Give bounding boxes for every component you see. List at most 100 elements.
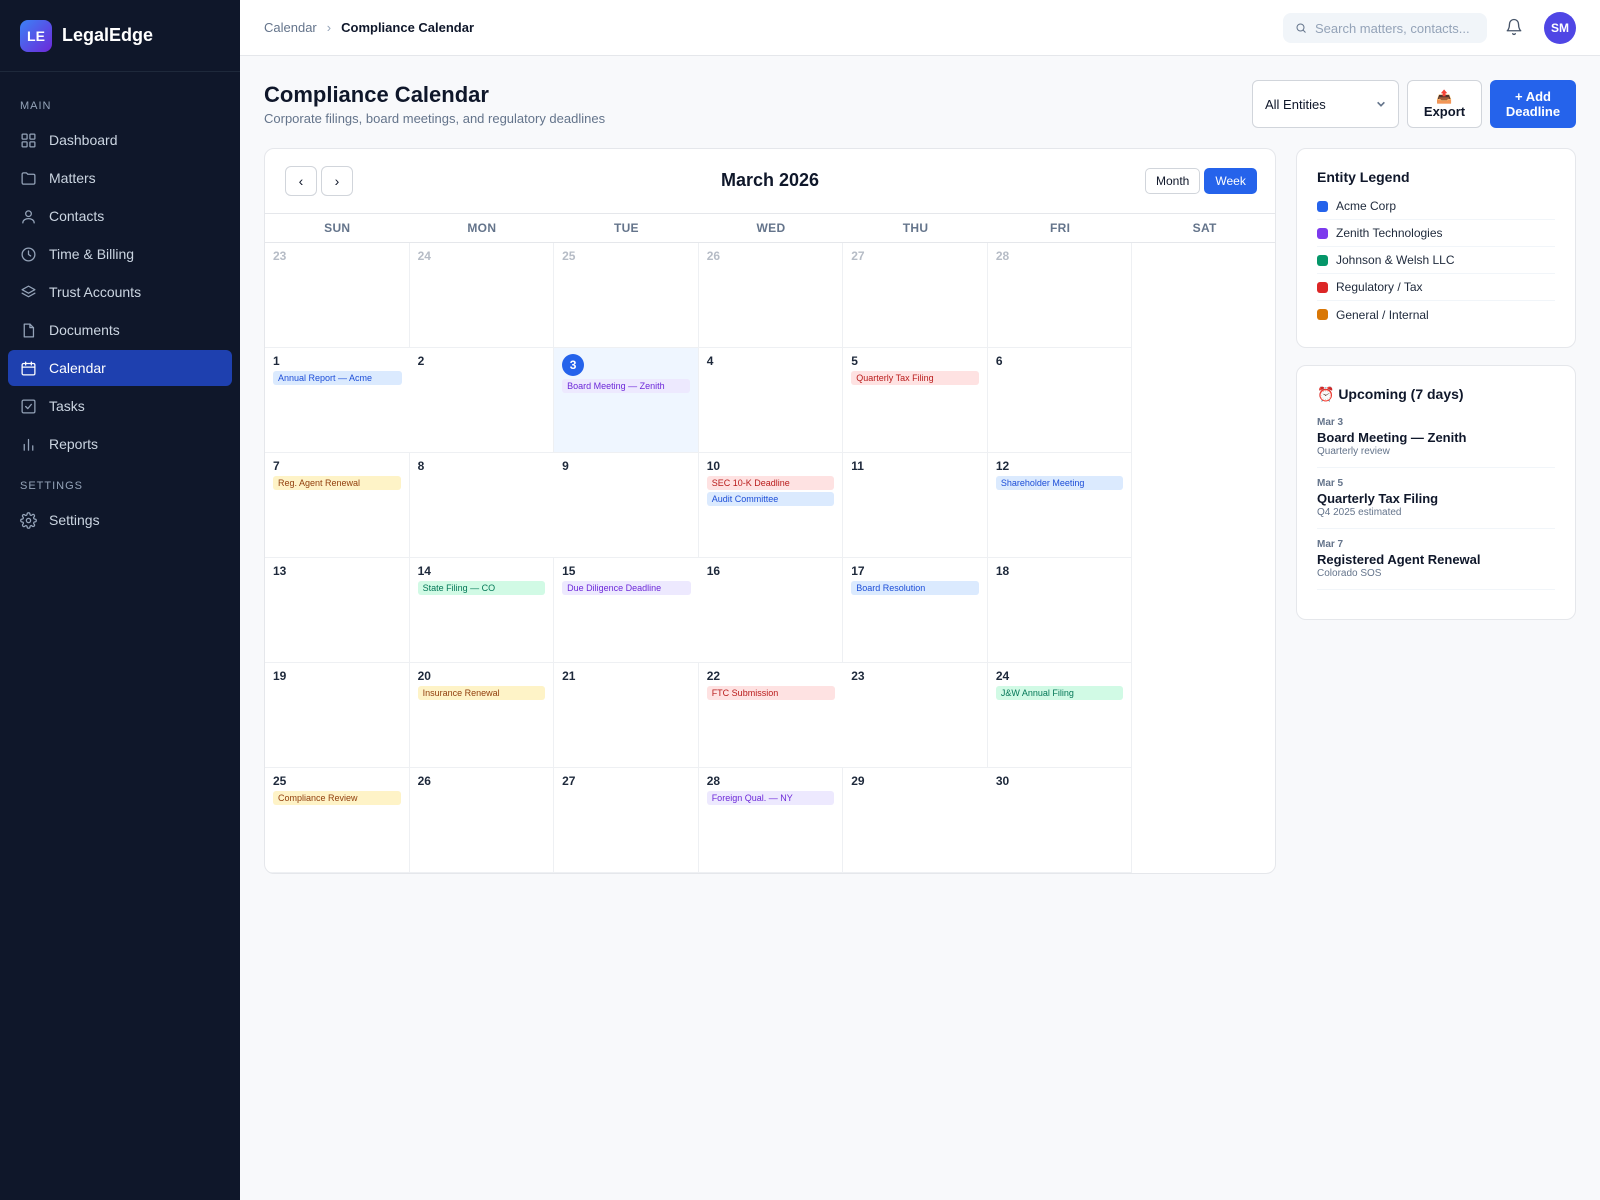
view-week-button[interactable]: Week xyxy=(1204,168,1257,194)
export-icon: 📤 xyxy=(1436,89,1453,104)
calendar-day[interactable]: 20 Insurance Renewal xyxy=(409,663,555,768)
calendar-day[interactable]: 10 SEC 10-K Deadline Audit Committee xyxy=(698,453,844,558)
calendar-day[interactable]: 15 Due Diligence Deadline xyxy=(554,558,699,663)
calendar-day[interactable]: 24 J&W Annual Filing xyxy=(987,663,1133,768)
legend-item-zenith-technologies: Zenith Technologies xyxy=(1317,220,1555,247)
entity-filter-select[interactable]: All Entities xyxy=(1252,80,1399,128)
calendar-day[interactable]: 8 xyxy=(409,453,555,558)
calendar-day[interactable]: 29 xyxy=(843,768,988,873)
calendar-day[interactable]: 30 xyxy=(987,768,1133,873)
calendar-day[interactable]: 28 xyxy=(987,243,1133,348)
sidebar-item-time-and-billing[interactable]: Time & Billing xyxy=(8,236,232,272)
sidebar-item-tasks[interactable]: Tasks xyxy=(8,388,232,424)
calendar-event[interactable]: Shareholder Meeting xyxy=(995,476,1124,490)
calendar-day[interactable]: 4 xyxy=(698,348,844,453)
weekday-fri: FRI xyxy=(1049,221,1071,235)
calendar-day[interactable]: 3 xyxy=(699,873,844,874)
calendar-day[interactable]: 11 xyxy=(843,453,988,558)
export-button[interactable]: 📤 Export xyxy=(1407,80,1482,128)
calendar-day[interactable]: 27 xyxy=(843,243,988,348)
calendar-day-today[interactable]: 3 Board Meeting — Zenith xyxy=(554,348,699,453)
day-number: 6 xyxy=(995,354,1003,368)
calendar-day[interactable]: 16 xyxy=(698,558,844,663)
calendar-day[interactable]: 28 Foreign Qual. — NY xyxy=(698,768,844,873)
calendar-day[interactable]: 25 xyxy=(554,243,699,348)
brand[interactable]: LE LegalEdge xyxy=(0,0,240,72)
app-name: LegalEdge xyxy=(62,25,154,45)
sidebar-item-documents[interactable]: Documents xyxy=(8,312,232,348)
calendar-day[interactable]: 9 xyxy=(554,453,699,558)
settings-nav: Settings xyxy=(0,502,240,538)
sidebar-item-label: Reports xyxy=(49,436,99,452)
sidebar-item-contacts[interactable]: Contacts xyxy=(8,198,232,234)
calendar-event[interactable]: Compliance Review xyxy=(273,791,401,805)
upcoming-item[interactable]: Mar 7 Registered Agent Renewal Colorado SO… xyxy=(1317,529,1555,590)
calendar-event[interactable]: Board Resolution xyxy=(851,581,979,595)
calendar-day[interactable]: 2 xyxy=(554,873,699,874)
calendar-event[interactable]: J&W Annual Filing xyxy=(995,686,1124,700)
day-number: 1 xyxy=(273,354,280,368)
calendar-day[interactable]: 7 Reg. Agent Renewal xyxy=(265,453,410,558)
calendar-day[interactable]: 4 xyxy=(843,873,988,874)
day-number: 22 xyxy=(706,669,721,683)
user-avatar[interactable]: SM xyxy=(1544,12,1576,44)
calendar-event[interactable]: Board Meeting — Zenith xyxy=(562,379,690,393)
sidebar-item-reports[interactable]: Reports xyxy=(8,426,232,462)
calendar-day[interactable]: 12 Shareholder Meeting xyxy=(987,453,1133,558)
calendar-day[interactable]: 5 Quarterly Tax Filing xyxy=(843,348,988,453)
calendar-day[interactable]: 26 xyxy=(698,243,844,348)
calendar-event[interactable]: Insurance Renewal xyxy=(417,686,546,700)
calendar-day[interactable]: 26 xyxy=(409,768,555,873)
calendar-day[interactable]: 13 xyxy=(265,558,410,663)
calendar-event[interactable]: Foreign Qual. — NY xyxy=(706,791,835,805)
calendar-day[interactable]: 23 xyxy=(843,663,988,768)
search-box[interactable] xyxy=(1283,13,1487,43)
sidebar-item-dashboard[interactable]: Dashboard xyxy=(8,122,232,158)
breadcrumb-separator: › xyxy=(326,20,332,35)
day-number: 7 xyxy=(273,459,280,473)
day-number: 9 xyxy=(562,459,569,473)
calendar-icon xyxy=(21,360,36,376)
sidebar-item-label: Matters xyxy=(49,170,96,186)
calendar-event[interactable]: State Filing — CO xyxy=(417,581,546,595)
calendar-day[interactable]: 2 xyxy=(409,348,555,453)
calendar-day[interactable]: 19 xyxy=(265,663,410,768)
calendar-day[interactable]: 23 xyxy=(265,243,410,348)
notifications-button[interactable] xyxy=(1505,18,1525,38)
day-number: 11 xyxy=(851,459,864,473)
calendar-event[interactable]: Reg. Agent Renewal xyxy=(273,476,401,490)
sidebar-item-trust-accounts[interactable]: Trust Accounts xyxy=(8,274,232,310)
calendar-day[interactable]: 24 xyxy=(409,243,555,348)
sidebar-item-calendar[interactable]: Calendar xyxy=(8,350,232,386)
calendar-event[interactable]: FTC Submission xyxy=(706,686,836,700)
calendar-day[interactable]: 31Q1 Tax Due xyxy=(265,873,410,874)
calendar-day[interactable]: 6 xyxy=(987,348,1133,453)
calendar-day[interactable]: 1 xyxy=(410,873,555,874)
calendar-day[interactable]: 21 xyxy=(554,663,699,768)
calendar-day[interactable]: 14 State Filing — CO xyxy=(409,558,555,663)
calendar-event[interactable]: Audit Committee xyxy=(706,492,835,506)
calendar-day[interactable]: 1 Annual Report — Acme xyxy=(265,348,410,453)
sidebar-item-settings[interactable]: Settings xyxy=(8,502,232,538)
calendar-day[interactable]: 27 xyxy=(554,768,699,873)
calendar-day[interactable] xyxy=(988,873,1133,874)
calendar-event[interactable]: Annual Report — Acme xyxy=(273,371,402,385)
calendar-day[interactable]: 22 FTC Submission xyxy=(698,663,844,768)
view-month-button[interactable]: Month xyxy=(1145,168,1201,194)
calendar-event[interactable]: SEC 10-K Deadline xyxy=(706,476,835,490)
view-toggle: Month Week xyxy=(1145,168,1257,194)
calendar-event[interactable]: Due Diligence Deadline xyxy=(562,581,691,595)
add-deadline-button[interactable]: + Add Deadline xyxy=(1490,80,1576,128)
upcoming-name: Registered Agent Renewal xyxy=(1317,552,1481,567)
calendar-day[interactable]: 17 Board Resolution xyxy=(843,558,988,663)
upcoming-item[interactable]: Mar 5 Quarterly Tax Filing Q4 2025 estimat… xyxy=(1317,468,1555,529)
search-input[interactable] xyxy=(1315,20,1475,36)
calendar-event[interactable]: Quarterly Tax Filing xyxy=(851,371,979,385)
calendar-day[interactable]: 18 xyxy=(987,558,1133,663)
calendar-day[interactable]: 25 Compliance Review xyxy=(265,768,410,873)
sidebar-item-matters[interactable]: Matters xyxy=(8,160,232,196)
breadcrumb-calendar[interactable]: Calendar xyxy=(264,20,317,35)
upcoming-item[interactable]: Mar 3 Board Meeting — Zenith Quarterly rev… xyxy=(1317,417,1555,468)
nav-section-main: MAIN xyxy=(20,100,52,112)
legend-swatch xyxy=(1317,254,1328,266)
